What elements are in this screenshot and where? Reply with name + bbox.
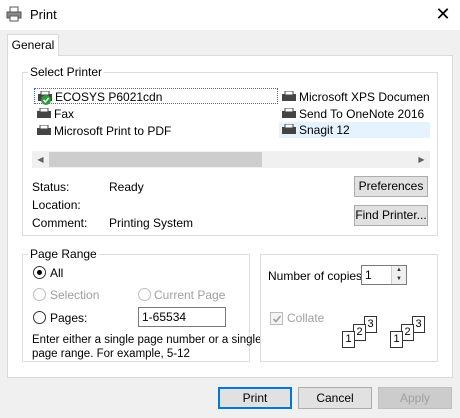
current-page-label: Current Page: [154, 288, 226, 302]
location-label: Location:: [32, 198, 81, 212]
collate-checkbox[interactable]: [270, 312, 283, 325]
printer-icon: [282, 124, 296, 134]
printer-item-fax[interactable]: Fax: [34, 106, 74, 122]
all-label: All: [50, 266, 64, 280]
page-range-hint: Enter either a single page number or a s…: [32, 333, 262, 361]
comment-label: Comment:: [32, 216, 88, 230]
copies-spinner[interactable]: ▲ ▼: [391, 266, 406, 284]
pages-label: Pages:: [50, 311, 88, 325]
page-range-hint-line-2: page range. For example, 5-12: [32, 348, 190, 360]
pages-radio[interactable]: [33, 311, 46, 324]
selection-label: Selection: [50, 288, 100, 302]
printer-name: ECOSYS P6021cdn: [55, 90, 163, 104]
pages-input[interactable]: 1-65534: [138, 307, 226, 327]
printer-icon: [37, 125, 51, 135]
comment-value: Printing System: [109, 216, 194, 230]
tab-general[interactable]: General: [7, 34, 59, 56]
scroll-thumb[interactable]: [49, 152, 262, 167]
printer-icon: [282, 108, 296, 118]
spin-up-icon[interactable]: ▲: [392, 266, 406, 275]
printer-list[interactable]: ECOSYS P6021cdn Fax Microsoft Print to P…: [32, 87, 430, 151]
cancel-button[interactable]: Cancel: [298, 387, 372, 409]
printer-name: Snagit 12: [299, 123, 350, 137]
title-bar: [0, 0, 460, 30]
all-radio[interactable]: [33, 266, 46, 279]
page-range-label: Page Range: [28, 247, 99, 261]
printer-item-onenote[interactable]: Send To OneNote 2016: [279, 106, 424, 122]
printer-name: Microsoft Print to PDF: [54, 124, 172, 138]
printer-list-scrollbar[interactable]: ◀ ▶: [32, 151, 430, 168]
spin-down-icon[interactable]: ▼: [392, 275, 406, 284]
status-value: Ready: [109, 180, 144, 194]
selection-radio[interactable]: [33, 288, 46, 301]
printer-name: Fax: [54, 107, 75, 121]
scroll-right-icon[interactable]: ▶: [413, 151, 430, 168]
collate-illustration: 3 2 1 3 2 1: [340, 316, 430, 350]
fax-icon: [37, 108, 51, 118]
collate-page: 1: [342, 331, 355, 348]
printer-icon: [282, 91, 296, 101]
printer-name: Microsoft XPS Documen: [299, 90, 430, 104]
status-label: Status:: [32, 180, 70, 194]
default-check-icon: [41, 95, 51, 105]
current-page-radio[interactable]: [138, 288, 151, 301]
close-button[interactable]: ✕: [426, 0, 460, 30]
printer-name: Send To OneNote 2016: [299, 107, 425, 121]
number-of-copies-label: Number of copies:: [268, 269, 366, 283]
check-icon: [272, 315, 282, 323]
collate-label: Collate: [287, 311, 325, 325]
printer-item-ecosys[interactable]: ECOSYS P6021cdn: [34, 88, 278, 105]
print-button[interactable]: Print: [218, 387, 292, 409]
page-range-hint-line-1: Enter either a single page number or a s…: [32, 334, 262, 346]
select-printer-label: Select Printer: [28, 65, 105, 79]
printer-item-pdf[interactable]: Microsoft Print to PDF: [34, 123, 171, 139]
printer-item-xps[interactable]: Microsoft XPS Documen: [279, 89, 430, 105]
preferences-button[interactable]: Preferences: [354, 176, 428, 197]
printer-item-snagit[interactable]: Snagit 12: [279, 122, 430, 138]
collate-page: 1: [390, 331, 403, 348]
window-title: Print: [30, 7, 57, 22]
find-printer-button[interactable]: Find Printer...: [354, 205, 428, 226]
apply-button[interactable]: Apply: [378, 387, 452, 409]
printer-icon: [6, 6, 22, 22]
scroll-left-icon[interactable]: ◀: [32, 151, 49, 168]
